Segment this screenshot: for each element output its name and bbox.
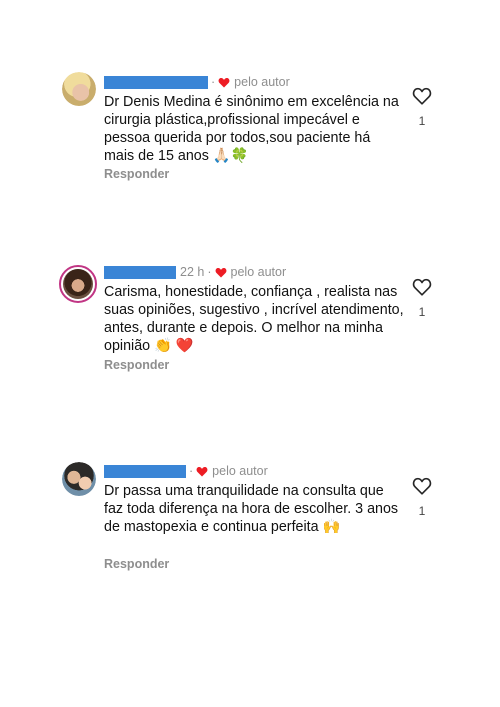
heart-filled-icon (196, 466, 208, 477)
comment-meta: · pelo autor (104, 463, 268, 479)
avatar-photo (62, 462, 96, 496)
heart-outline-icon (412, 477, 432, 499)
username-redacted[interactable] (104, 464, 186, 478)
author-badge: pelo autor (212, 464, 268, 478)
like-button[interactable] (410, 477, 434, 500)
avatar[interactable] (62, 462, 96, 496)
reply-button[interactable]: Responder (104, 557, 169, 571)
meta-separator: · (189, 464, 194, 478)
comment-item: · pelo autor Dr passa uma tranquilidade … (0, 0, 500, 600)
like-count: 1 (418, 504, 426, 518)
comment-text: Dr passa uma tranquilidade na consulta q… (104, 483, 399, 535)
